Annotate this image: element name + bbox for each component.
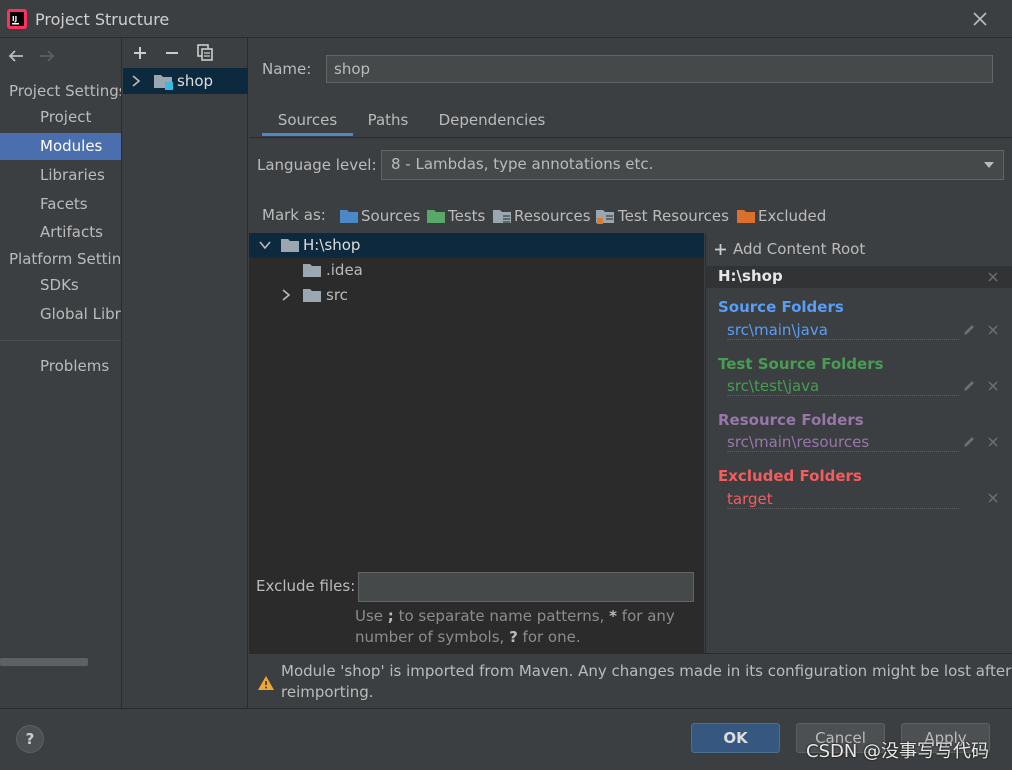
nav-item-project[interactable]: Project xyxy=(0,104,121,131)
chevron-right-icon[interactable] xyxy=(131,74,141,88)
folder-icon xyxy=(303,289,321,302)
mark-excluded-label: Excluded xyxy=(758,207,827,225)
mark-test-resources-button[interactable]: Test Resources xyxy=(596,205,729,227)
warning-text-line1: Module 'shop' is imported from Maven. An… xyxy=(281,662,1012,680)
nav-item-facets[interactable]: Facets xyxy=(0,191,121,218)
language-level-select[interactable]: 8 - Lambdas, type annotations etc. xyxy=(381,150,1004,180)
intellij-idea-icon: IJ xyxy=(7,9,27,29)
nav-divider xyxy=(0,340,121,341)
test-source-folders-heading: Test Source Folders xyxy=(718,355,884,373)
exclude-hint-line2: number of symbols, ? for one. xyxy=(355,628,581,646)
nav-item-artifacts[interactable]: Artifacts xyxy=(0,219,121,246)
test-resources-folder-icon xyxy=(596,210,614,224)
mark-resources-label: Resources xyxy=(514,207,591,225)
excluded-folder-path[interactable]: target xyxy=(727,490,959,509)
remove-folder-icon[interactable] xyxy=(986,379,1000,393)
warning-triangle-icon xyxy=(258,676,274,690)
language-level-label: Language level: xyxy=(257,156,377,174)
mark-sources-label: Sources xyxy=(361,207,421,225)
nav-scrollbar[interactable] xyxy=(0,658,88,666)
mark-test-resources-label: Test Resources xyxy=(618,207,729,225)
edit-icon[interactable] xyxy=(962,435,976,449)
remove-folder-icon[interactable] xyxy=(986,323,1000,337)
plus-icon xyxy=(715,244,726,255)
sources-folder-icon xyxy=(340,210,358,223)
language-level-value: 8 - Lambdas, type annotations etc. xyxy=(391,155,654,173)
nav-item-global-libraries[interactable]: Global Libraries xyxy=(0,301,121,328)
remove-folder-icon[interactable] xyxy=(986,491,1000,505)
edit-icon[interactable] xyxy=(962,323,976,337)
remove-folder-icon[interactable] xyxy=(986,435,1000,449)
warning-text-line2: reimporting. xyxy=(281,683,374,701)
arrow-right-icon[interactable] xyxy=(38,48,56,64)
tab-paths[interactable]: Paths xyxy=(358,108,418,136)
folder-icon xyxy=(303,264,321,277)
svg-text:IJ: IJ xyxy=(12,15,17,23)
tab-sources[interactable]: Sources xyxy=(262,108,353,136)
module-name-input[interactable] xyxy=(326,55,993,83)
resource-folders-heading: Resource Folders xyxy=(718,411,864,429)
chevron-down-icon[interactable] xyxy=(258,240,272,250)
mark-resources-button[interactable]: Resources xyxy=(493,205,591,227)
exclude-files-label: Exclude files: xyxy=(256,577,356,595)
arrow-left-icon[interactable] xyxy=(7,48,25,64)
resources-folder-icon xyxy=(493,210,511,223)
tabs-divider xyxy=(249,137,1012,138)
excluded-folders-heading: Excluded Folders xyxy=(718,467,862,485)
dropdown-arrow-icon[interactable] xyxy=(983,161,995,169)
module-folder-icon xyxy=(154,75,173,90)
tree-src-label: src xyxy=(326,286,348,304)
exclude-hint-line1: Use ; to separate name patterns, * for a… xyxy=(355,607,675,625)
tree-root-label: H:\shop xyxy=(303,236,361,254)
excluded-folder-icon xyxy=(737,210,755,223)
source-folders-heading: Source Folders xyxy=(718,298,844,316)
section-project-settings: Project Settings xyxy=(9,82,122,100)
ok-button[interactable]: OK xyxy=(691,723,780,753)
module-list xyxy=(123,38,248,708)
copy-icon[interactable] xyxy=(197,44,213,61)
tab-dependencies[interactable]: Dependencies xyxy=(428,108,556,136)
section-platform-settings: Platform Settings xyxy=(9,250,122,268)
nav-item-sdks[interactable]: SDKs xyxy=(0,272,121,299)
tests-folder-icon xyxy=(427,210,445,223)
settings-nav: Project Settings Project Modules Librari… xyxy=(0,38,122,708)
mark-tests-label: Tests xyxy=(448,207,486,225)
mark-sources-button[interactable]: Sources xyxy=(340,205,420,227)
content-root-path: H:\shop xyxy=(718,267,783,285)
mark-tests-button[interactable]: Tests xyxy=(427,205,485,227)
add-content-root-button[interactable]: Add Content Root xyxy=(714,240,865,258)
add-content-root-label: Add Content Root xyxy=(733,240,866,258)
close-icon[interactable] xyxy=(970,9,990,29)
chevron-right-icon[interactable] xyxy=(281,288,291,302)
module-name-shop[interactable]: shop xyxy=(177,72,213,90)
source-folder-path[interactable]: src\main\java xyxy=(727,321,959,340)
resource-folder-path[interactable]: src\main\resources xyxy=(727,433,959,452)
name-label: Name: xyxy=(262,60,312,78)
window-title: Project Structure xyxy=(35,10,170,29)
nav-item-libraries[interactable]: Libraries xyxy=(0,162,121,189)
nav-item-modules[interactable]: Modules xyxy=(0,133,121,160)
watermark-text: CSDN @没事写写代码 xyxy=(806,741,990,762)
help-button[interactable]: ? xyxy=(16,725,44,753)
plus-icon[interactable] xyxy=(132,45,148,61)
remove-root-icon[interactable] xyxy=(986,270,1000,284)
edit-icon[interactable] xyxy=(962,379,976,393)
mark-excluded-button[interactable]: Excluded xyxy=(737,205,826,227)
folder-icon xyxy=(281,239,299,252)
mark-as-label: Mark as: xyxy=(262,206,326,224)
test-source-folder-path[interactable]: src\test\java xyxy=(727,377,959,396)
tree-idea-label: .idea xyxy=(326,261,363,279)
nav-item-problems[interactable]: Problems xyxy=(0,353,121,380)
minus-icon[interactable] xyxy=(164,45,180,61)
exclude-files-input[interactable] xyxy=(358,572,694,602)
